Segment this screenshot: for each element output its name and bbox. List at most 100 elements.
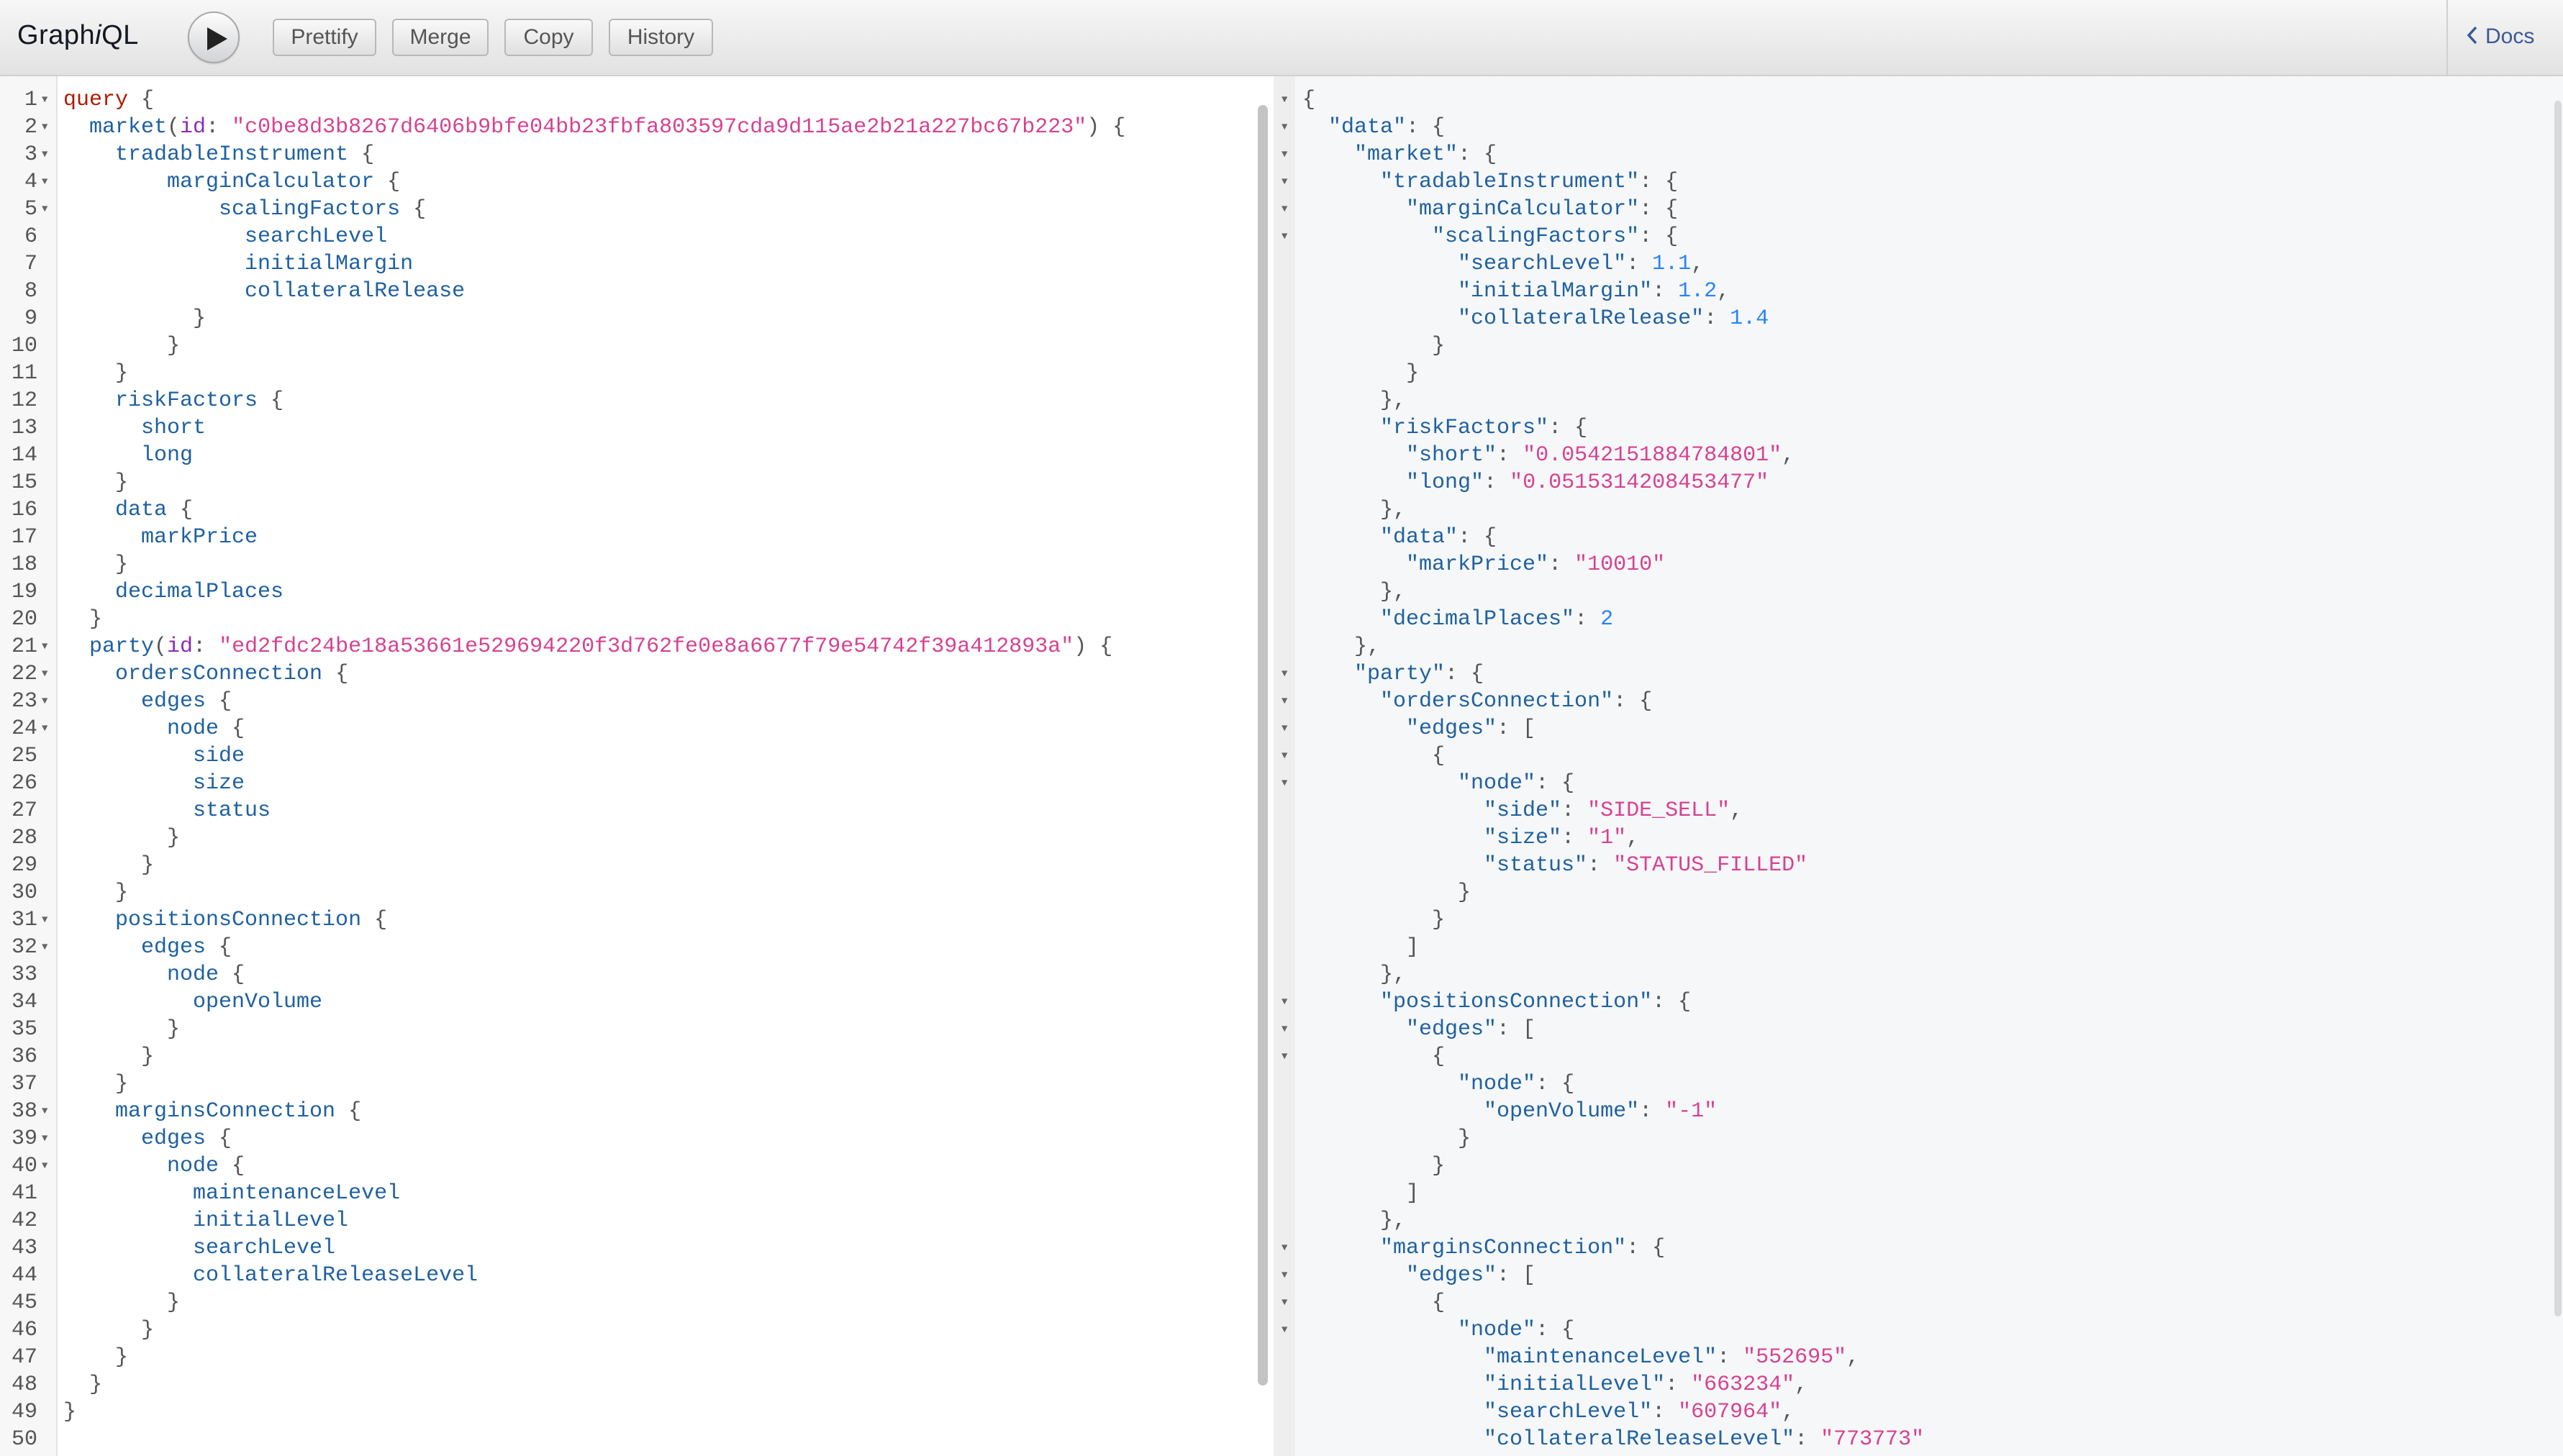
fold-toggle-icon[interactable]: ▼ xyxy=(1282,688,1287,715)
code-line: ordersConnection { xyxy=(63,660,348,688)
code-token: } xyxy=(63,826,181,850)
code-token: : { xyxy=(1652,990,1692,1014)
code-token: "-1" xyxy=(1665,1099,1718,1124)
toolbar: GraphiQL Prettify Merge Copy History Doc… xyxy=(0,0,2563,76)
code-token: , xyxy=(1717,279,1730,304)
line-number: 12 xyxy=(11,388,37,413)
code-line: riskFactors { xyxy=(63,387,283,414)
code-line: "long": "0.0515314208453477" xyxy=(1302,469,1769,496)
code-token: { xyxy=(400,197,427,222)
prettify-button[interactable]: Prettify xyxy=(273,19,376,56)
code-line: collateralRelease xyxy=(63,278,465,305)
line-number: 36 xyxy=(11,1045,37,1069)
code-line: market(id: "c0be8d3b8267d6406b9bfe04bb23… xyxy=(63,114,1125,141)
code-token: "1" xyxy=(1587,826,1627,850)
fold-toggle-icon[interactable]: ▼ xyxy=(1282,770,1287,797)
fold-toggle-icon[interactable]: ▼ xyxy=(1282,168,1287,196)
code-token: initialLevel xyxy=(63,1209,349,1233)
query-editor-scrollbar[interactable] xyxy=(1258,105,1268,1386)
code-token: "size" xyxy=(1302,826,1562,850)
result-scrollbar[interactable] xyxy=(2554,101,2562,1316)
line-number: 4 xyxy=(24,170,37,194)
fold-toggle-icon[interactable]: ▼ xyxy=(42,688,47,715)
fold-toggle-icon[interactable]: ▼ xyxy=(42,715,47,742)
docs-button[interactable]: Docs xyxy=(2467,24,2534,49)
code-token: markPrice xyxy=(63,525,258,550)
line-number: 20 xyxy=(11,607,37,632)
fold-toggle-icon[interactable]: ▼ xyxy=(42,196,47,223)
graphiql-logo: GraphiQL xyxy=(17,20,139,51)
fold-toggle-icon[interactable]: ▼ xyxy=(1282,1316,1287,1344)
code-line: "decimalPlaces": 2 xyxy=(1302,606,1613,633)
code-token: initialMargin xyxy=(63,252,414,276)
code-line: "size": "1", xyxy=(1302,824,1639,852)
line-number: 38 xyxy=(11,1099,37,1124)
code-token: : xyxy=(1795,1427,1821,1452)
line-number: 35 xyxy=(11,1017,37,1042)
code-line: query { xyxy=(63,86,154,114)
line-number: 46 xyxy=(11,1318,37,1342)
fold-toggle-icon[interactable]: ▼ xyxy=(42,1152,47,1180)
line-number: 28 xyxy=(11,826,37,850)
fold-toggle-icon[interactable]: ▼ xyxy=(1282,1289,1287,1316)
line-number: 37 xyxy=(11,1072,37,1096)
docs-panel-toggle: Docs xyxy=(2446,0,2563,75)
query-editor[interactable]: 1 ▼ query {2 ▼ market(id: "c0be8d3b8267d640… xyxy=(0,76,1274,1456)
fold-toggle-icon[interactable]: ▼ xyxy=(1282,660,1287,688)
code-token: } xyxy=(63,552,129,577)
code-token: "552695" xyxy=(1743,1345,1847,1370)
fold-toggle-icon[interactable]: ▼ xyxy=(1282,1016,1287,1043)
fold-toggle-icon[interactable]: ▼ xyxy=(42,633,47,660)
code-token: "ed2fdc24be18a53661e529694220f3d762fe0e8… xyxy=(219,634,1074,659)
code-line: { xyxy=(1302,742,1445,770)
fold-toggle-icon[interactable]: ▼ xyxy=(1282,715,1287,742)
code-token: query xyxy=(63,88,129,112)
fold-toggle-icon[interactable]: ▼ xyxy=(1282,196,1287,223)
line-number: 45 xyxy=(11,1291,37,1315)
code-token: : xyxy=(1548,552,1575,577)
code-token: : xyxy=(1665,1373,1692,1397)
execute-query-button[interactable] xyxy=(188,12,240,63)
fold-toggle-icon[interactable]: ▼ xyxy=(42,660,47,688)
fold-toggle-icon[interactable]: ▼ xyxy=(1282,742,1287,770)
fold-toggle-icon[interactable]: ▼ xyxy=(42,1098,47,1125)
fold-toggle-icon[interactable]: ▼ xyxy=(1282,141,1287,168)
code-line: "ordersConnection": { xyxy=(1302,688,1652,715)
code-token: id xyxy=(180,115,207,140)
fold-toggle-icon[interactable]: ▼ xyxy=(1282,1043,1287,1070)
code-token: : { xyxy=(1548,416,1588,440)
code-token: : xyxy=(1704,306,1730,331)
fold-toggle-icon[interactable]: ▼ xyxy=(42,168,47,196)
line-number: 6 xyxy=(24,224,37,249)
code-token: , xyxy=(1782,443,1795,468)
fold-toggle-icon[interactable]: ▼ xyxy=(42,934,47,961)
fold-toggle-icon[interactable]: ▼ xyxy=(42,906,47,934)
fold-toggle-icon[interactable]: ▼ xyxy=(42,1125,47,1152)
code-token: node xyxy=(63,1154,219,1178)
code-token: , xyxy=(1730,798,1743,823)
code-line: } xyxy=(63,469,128,496)
code-line: }, xyxy=(1302,387,1406,414)
code-token: } xyxy=(63,1291,181,1315)
merge-button[interactable]: Merge xyxy=(392,19,489,56)
line-number: 49 xyxy=(11,1400,37,1424)
fold-toggle-icon[interactable]: ▼ xyxy=(1282,1262,1287,1289)
code-token: ( xyxy=(154,634,168,659)
fold-toggle-icon[interactable]: ▼ xyxy=(42,86,47,114)
copy-button[interactable]: Copy xyxy=(504,19,593,56)
fold-toggle-icon[interactable]: ▼ xyxy=(1282,1234,1287,1262)
fold-toggle-icon[interactable]: ▼ xyxy=(1282,114,1287,141)
code-token: } xyxy=(1302,361,1420,386)
fold-toggle-icon[interactable]: ▼ xyxy=(1282,988,1287,1016)
code-token: : { xyxy=(1613,689,1653,714)
code-line: long xyxy=(63,442,193,469)
fold-toggle-icon[interactable]: ▼ xyxy=(1282,86,1287,114)
code-token: id xyxy=(167,634,194,659)
code-token: "773773" xyxy=(1820,1427,1925,1452)
code-token: : xyxy=(1639,1099,1666,1124)
fold-toggle-icon[interactable]: ▼ xyxy=(42,114,47,141)
code-line: "riskFactors": { xyxy=(1302,414,1587,442)
fold-toggle-icon[interactable]: ▼ xyxy=(42,141,47,168)
history-button[interactable]: History xyxy=(609,19,713,56)
fold-toggle-icon[interactable]: ▼ xyxy=(1282,223,1287,250)
